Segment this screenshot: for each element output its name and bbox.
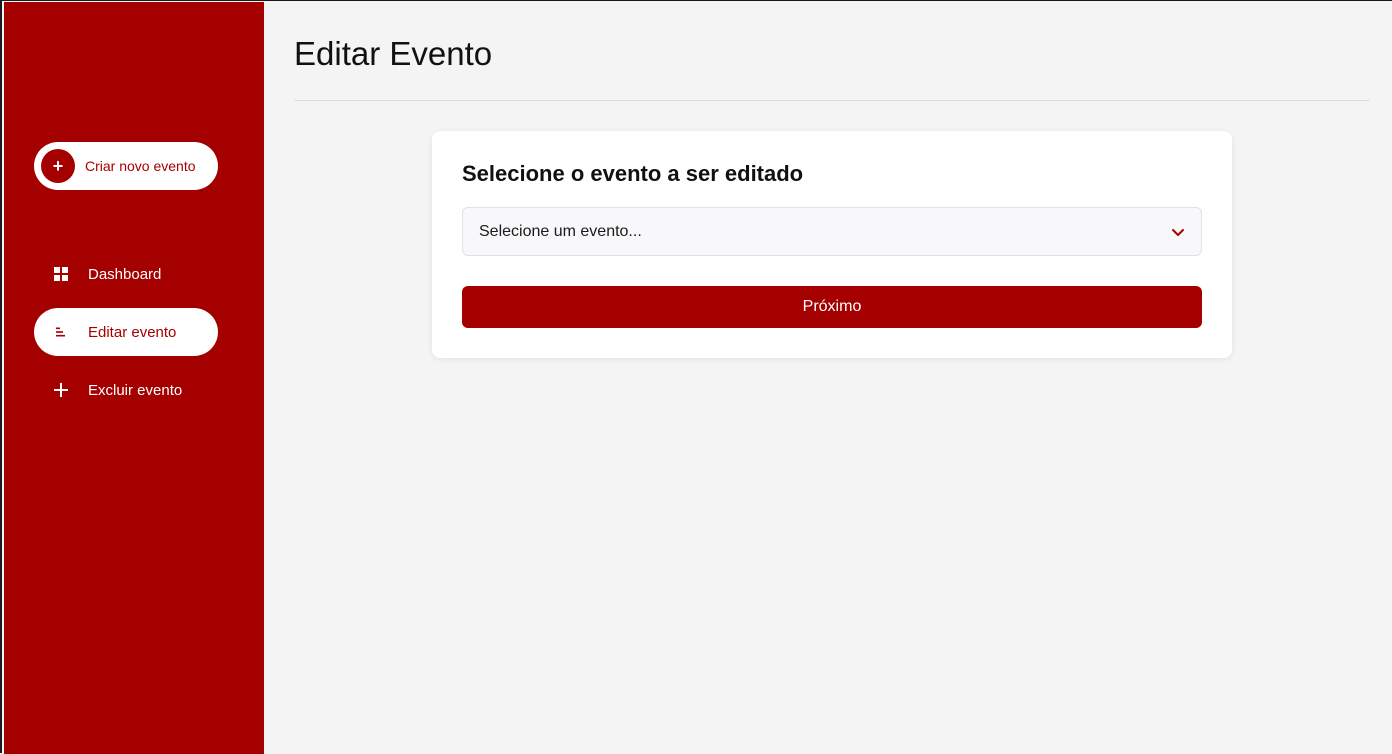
create-event-label: Criar novo evento (85, 158, 196, 174)
sidebar-item-label: Excluir evento (88, 381, 183, 399)
sidebar-item-label: Editar evento (88, 323, 177, 341)
plus-circle-icon: + (41, 149, 75, 183)
card-title: Selecione o evento a ser editado (462, 161, 804, 186)
create-event-button[interactable]: + Criar novo evento (34, 142, 218, 190)
sidebar-item-dashboard[interactable]: Dashboard (34, 250, 218, 298)
sidebar-item-excluir-evento[interactable]: Excluir evento (34, 366, 218, 414)
sidebar-item-label: Dashboard (88, 265, 162, 283)
chevron-down-icon (1171, 225, 1185, 239)
next-button[interactable]: Próximo (462, 286, 1202, 328)
event-select-value: Selecione um evento... (479, 222, 642, 240)
event-select[interactable]: Selecione um evento... (462, 207, 1202, 256)
title-divider (294, 100, 1370, 101)
grid-icon (53, 266, 69, 282)
sidebar: + Criar novo evento Dashboard Editar eve… (4, 2, 264, 754)
select-event-card: Selecione o evento a ser editado Selecio… (432, 131, 1232, 358)
app-window: + Criar novo evento Dashboard Editar eve… (0, 0, 1392, 754)
page-title: Editar Evento (294, 35, 493, 72)
list-icon (53, 324, 69, 340)
sidebar-item-editar-evento[interactable]: Editar evento (34, 308, 218, 356)
plus-icon (53, 382, 69, 398)
